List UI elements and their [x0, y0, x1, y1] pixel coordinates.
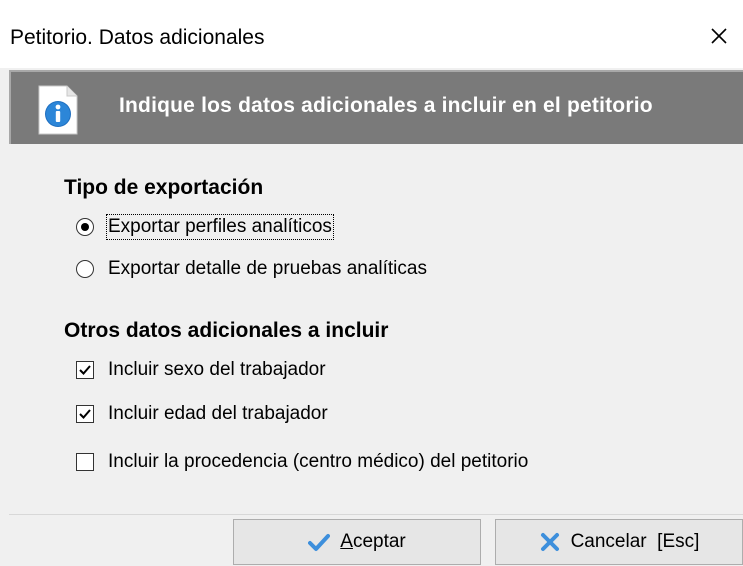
- cancel-button[interactable]: Cancelar [Esc]: [495, 519, 743, 565]
- checkmark-icon: [308, 534, 331, 551]
- radio-button[interactable]: [76, 218, 94, 236]
- checkbox-include-sex-label: Incluir sexo del trabajador: [108, 359, 326, 380]
- checkmark-icon: [79, 365, 91, 375]
- checkbox[interactable]: [76, 361, 94, 379]
- dialog-window: Petitorio. Datos adicionales Indique los…: [0, 0, 743, 566]
- checkbox-include-age-label: Incluir edad del trabajador: [108, 403, 328, 424]
- checkbox-include-origin[interactable]: Incluir la procedencia (centro médico) d…: [76, 451, 528, 473]
- header-text: Indique los datos adicionales a incluir …: [119, 94, 653, 117]
- checkmark-icon: [79, 409, 91, 419]
- title-bar: Petitorio. Datos adicionales: [0, 0, 743, 68]
- export-type-heading: Tipo de exportación: [64, 176, 264, 199]
- cancel-button-label: Cancelar [Esc]: [570, 531, 700, 552]
- checkbox-include-age[interactable]: Incluir edad del trabajador: [76, 403, 328, 425]
- info-icon: [38, 85, 78, 135]
- checkbox[interactable]: [76, 453, 94, 471]
- button-bar: Aceptar Cancelar [Esc]: [9, 514, 743, 566]
- radio-export-tests-detail[interactable]: Exportar detalle de pruebas analíticas: [76, 258, 427, 280]
- radio-button[interactable]: [76, 260, 94, 278]
- checkbox-include-origin-label: Incluir la procedencia (centro médico) d…: [108, 451, 529, 472]
- checkbox-include-sex[interactable]: Incluir sexo del trabajador: [76, 359, 326, 381]
- window-title: Petitorio. Datos adicionales: [10, 26, 265, 49]
- close-icon: [711, 28, 727, 44]
- accept-button-label: Aceptar: [340, 531, 406, 552]
- header-banner: Indique los datos adicionales a incluir …: [9, 70, 743, 144]
- options-panel: Tipo de exportación Exportar perfiles an…: [9, 144, 743, 514]
- cross-icon: [540, 533, 559, 551]
- radio-export-profiles[interactable]: Exportar perfiles analíticos: [76, 214, 334, 240]
- radio-export-tests-detail-label: Exportar detalle de pruebas analíticas: [108, 258, 427, 279]
- checkbox[interactable]: [76, 405, 94, 423]
- close-button[interactable]: [695, 12, 743, 60]
- radio-export-profiles-label: Exportar perfiles analíticos: [106, 214, 334, 240]
- accept-button[interactable]: Aceptar: [233, 519, 481, 565]
- other-data-heading: Otros datos adicionales a incluir: [64, 319, 389, 342]
